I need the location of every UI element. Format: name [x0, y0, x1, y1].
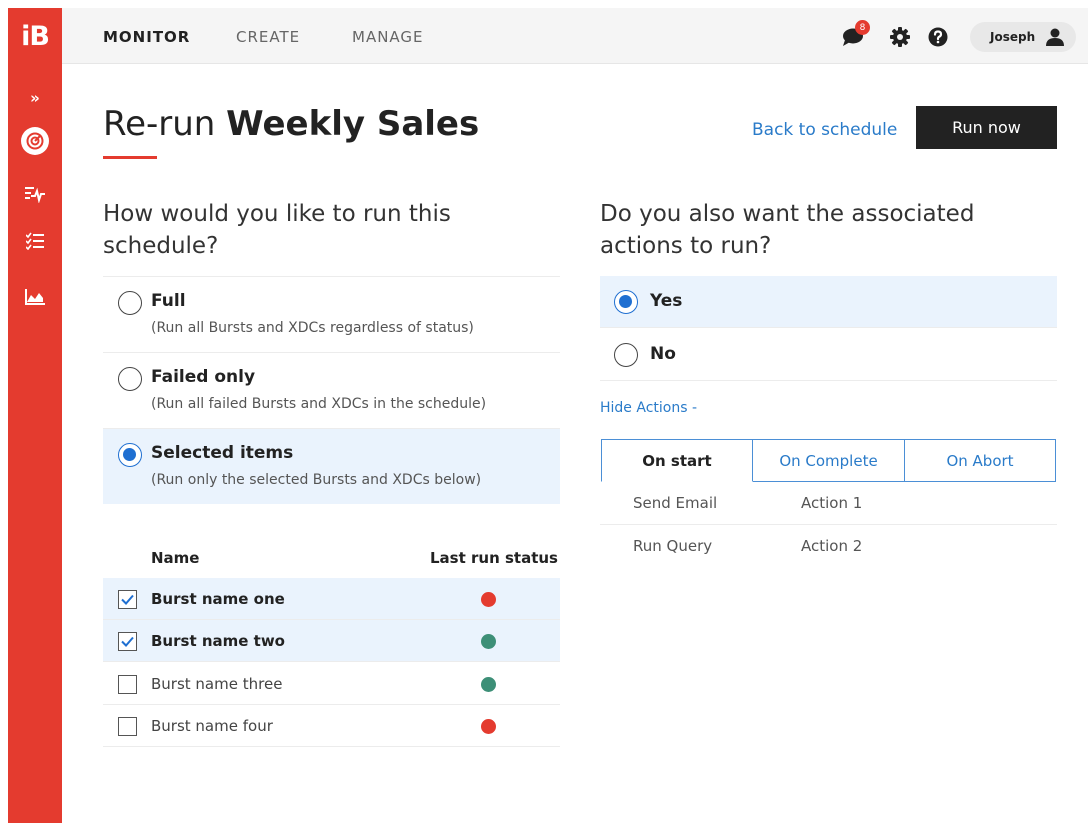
row-checkbox[interactable]: [118, 632, 137, 651]
radio-yes[interactable]: [614, 290, 638, 314]
run-option-full[interactable]: Full (Run all Bursts and XDCs regardless…: [103, 276, 560, 352]
action-tabs: On start On Complete On Abort: [601, 439, 1057, 482]
area-chart-icon: [25, 289, 45, 305]
user-icon: [1046, 28, 1064, 46]
option-title: Failed only: [151, 367, 256, 387]
page-title: Re-run Weekly Sales: [103, 104, 479, 144]
sidebar-item-activity[interactable]: [8, 178, 62, 210]
activity-list-icon: [25, 187, 45, 203]
hide-actions-link[interactable]: Hide Actions -: [600, 400, 697, 416]
nav-manage[interactable]: MANAGE: [352, 28, 424, 46]
notification-badge: 8: [855, 20, 870, 35]
actions-option-yes[interactable]: Yes: [600, 276, 1057, 328]
option-subtitle: (Run only the selected Bursts and XDCs b…: [151, 472, 482, 488]
sidebar-item-tasks[interactable]: [8, 225, 62, 257]
actions-question: Do you also want the associated actions …: [600, 198, 974, 262]
radio-no[interactable]: [614, 343, 638, 367]
back-to-schedule-link[interactable]: Back to schedule: [752, 120, 897, 140]
action-name: Action 1: [801, 494, 863, 512]
action-row: Send Email Action 1: [600, 482, 1057, 525]
settings-button[interactable]: [887, 24, 913, 50]
user-menu[interactable]: Joseph: [970, 22, 1076, 52]
question-line: schedule?: [103, 233, 219, 259]
target-icon: [21, 127, 49, 155]
user-name: Joseph: [990, 30, 1036, 44]
run-mode-question: How would you like to run this schedule?: [103, 198, 451, 262]
row-checkbox[interactable]: [118, 675, 137, 694]
table-row: Burst name one: [103, 578, 560, 620]
radio-selected-items[interactable]: [118, 443, 142, 467]
row-name: Burst name two: [151, 632, 285, 650]
option-label: Yes: [650, 291, 683, 311]
status-dot-success: [481, 677, 496, 692]
status-dot-success: [481, 634, 496, 649]
row-name: Burst name four: [151, 717, 273, 735]
question-line: Do you also want the associated: [600, 201, 975, 227]
app-logo[interactable]: iB: [8, 8, 62, 64]
sidebar-item-monitor[interactable]: [8, 125, 62, 157]
checkmark-icon: [121, 594, 134, 605]
notifications-button[interactable]: 8: [840, 20, 870, 50]
title-underline: [103, 156, 157, 159]
run-option-failed-only[interactable]: Failed only (Run all failed Bursts and X…: [103, 352, 560, 428]
radio-full[interactable]: [118, 291, 142, 315]
tab-on-start[interactable]: On start: [601, 439, 753, 482]
table-row: Burst name four: [103, 705, 560, 747]
action-type: Run Query: [633, 537, 713, 555]
action-type: Send Email: [633, 494, 718, 512]
checkmark-icon: [121, 636, 134, 647]
title-prefix: Re-run: [103, 104, 216, 144]
question-line: actions to run?: [600, 233, 772, 259]
question-circle-icon: [928, 27, 948, 47]
double-chevron-right-icon: »: [30, 89, 40, 107]
action-row: Run Query Action 2: [600, 525, 1057, 568]
row-name: Burst name one: [151, 590, 285, 608]
column-header-status: Last run status: [430, 549, 558, 567]
option-subtitle: (Run all Bursts and XDCs regardless of s…: [151, 320, 474, 336]
run-option-selected-items[interactable]: Selected items (Run only the selected Bu…: [103, 428, 560, 504]
question-line: How would you like to run this: [103, 201, 451, 227]
help-button[interactable]: [925, 24, 951, 50]
status-dot-failed: [481, 592, 496, 607]
action-name: Action 2: [801, 537, 863, 555]
actions-option-no[interactable]: No: [600, 329, 1057, 381]
row-checkbox[interactable]: [118, 717, 137, 736]
nav-monitor[interactable]: MONITOR: [103, 28, 190, 46]
row-checkbox[interactable]: [118, 590, 137, 609]
nav-create[interactable]: CREATE: [236, 28, 300, 46]
sidebar: iB »: [8, 8, 62, 823]
table-row: Burst name two: [103, 620, 560, 662]
gear-icon: [890, 27, 910, 47]
expand-sidebar-button[interactable]: »: [8, 82, 62, 114]
column-header-name: Name: [151, 549, 200, 567]
status-dot-failed: [481, 719, 496, 734]
top-navigation: MONITOR CREATE MANAGE 8 Joseph: [62, 8, 1088, 64]
schedule-name: Weekly Sales: [226, 104, 480, 144]
tab-on-abort[interactable]: On Abort: [904, 439, 1056, 482]
option-label: No: [650, 344, 676, 364]
checklist-icon: [26, 232, 44, 250]
option-title: Selected items: [151, 443, 294, 463]
option-subtitle: (Run all failed Bursts and XDCs in the s…: [151, 396, 487, 412]
tab-on-complete[interactable]: On Complete: [753, 439, 905, 482]
table-row: Burst name three: [103, 663, 560, 705]
row-name: Burst name three: [151, 675, 283, 693]
radio-failed-only[interactable]: [118, 367, 142, 391]
sidebar-item-reports[interactable]: [8, 281, 62, 313]
option-title: Full: [151, 291, 186, 311]
run-now-button[interactable]: Run now: [916, 106, 1057, 149]
